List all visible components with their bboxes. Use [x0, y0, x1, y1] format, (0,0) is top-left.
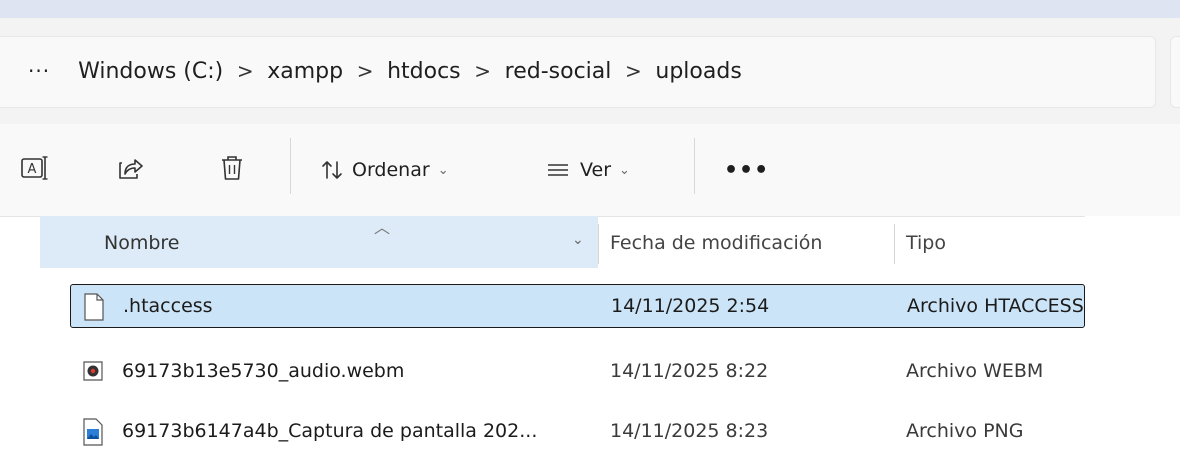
file-row-selected[interactable]: .htaccess 14/11/2025 2:54 Archivo HTACCE… — [70, 284, 1085, 328]
file-name: .htaccess — [123, 295, 213, 317]
breadcrumb-item-drive[interactable]: Windows (C:) — [78, 59, 223, 84]
view-lines-icon — [546, 160, 570, 180]
breadcrumb-item-red-social[interactable]: red-social — [505, 59, 612, 84]
file-type: Archivo PNG — [906, 420, 1024, 442]
breadcrumb: ··· Windows (C:) > xampp > htdocs > red-… — [28, 51, 742, 91]
search-box-edge[interactable] — [1170, 36, 1180, 108]
file-date: 14/11/2025 8:23 — [610, 420, 769, 442]
breadcrumb-item-xampp[interactable]: xampp — [267, 59, 343, 84]
svg-text:A: A — [28, 162, 37, 177]
breadcrumb-separator[interactable]: > — [461, 59, 505, 83]
chevron-down-icon: ⌄ — [437, 162, 449, 178]
image-file-icon — [82, 418, 104, 446]
toolbar-divider — [290, 138, 291, 194]
view-label: Ver — [580, 159, 612, 181]
sort-label: Ordenar — [352, 159, 430, 181]
details-pane-gap — [1085, 216, 1180, 466]
column-header-type[interactable]: Tipo — [906, 232, 946, 254]
file-date: 14/11/2025 2:54 — [611, 295, 770, 317]
share-icon[interactable] — [112, 148, 148, 188]
breadcrumb-item-htdocs[interactable]: htdocs — [387, 59, 461, 84]
more-options-button[interactable]: ••• — [724, 150, 769, 190]
generic-file-icon — [83, 293, 105, 321]
column-header-date[interactable]: Fecha de modificación — [610, 232, 822, 254]
breadcrumb-separator[interactable]: > — [611, 59, 655, 83]
file-row[interactable]: 69173b13e5730_audio.webm 14/11/2025 8:22… — [70, 350, 1085, 394]
media-file-icon — [82, 358, 104, 386]
file-name: 69173b13e5730_audio.webm — [122, 360, 405, 382]
file-name: 69173b6147a4b_Captura de pantalla 202... — [122, 420, 538, 442]
file-date: 14/11/2025 8:22 — [610, 360, 769, 382]
delete-icon[interactable] — [214, 148, 250, 188]
column-divider[interactable] — [598, 224, 599, 264]
file-row[interactable]: 69173b6147a4b_Captura de pantalla 202...… — [70, 410, 1085, 454]
chevron-down-icon: ⌄ — [619, 162, 630, 178]
title-bar-strip — [0, 0, 1180, 18]
column-divider[interactable] — [894, 224, 895, 264]
breadcrumb-separator[interactable]: > — [223, 59, 267, 83]
view-button[interactable]: Ver ⌄ — [546, 150, 630, 190]
column-filter-chevron-icon[interactable]: ⌄ — [572, 232, 584, 248]
column-header-name-label: Nombre — [104, 232, 180, 254]
sort-button[interactable]: Ordenar ⌄ — [320, 150, 449, 190]
sort-ascending-icon: ︿ — [374, 218, 391, 237]
column-header-row: ︿ Nombre ⌄ Fecha de modificación Tipo — [0, 216, 1180, 272]
rename-icon[interactable]: A — [16, 148, 52, 188]
sort-icon — [320, 158, 344, 182]
file-type: Archivo WEBM — [906, 360, 1044, 382]
breadcrumb-separator[interactable]: > — [343, 59, 387, 83]
breadcrumb-overflow-button[interactable]: ··· — [28, 59, 50, 83]
breadcrumb-item-uploads[interactable]: uploads — [655, 59, 741, 84]
column-header-name[interactable]: ︿ Nombre ⌄ — [40, 216, 598, 268]
file-type: Archivo HTACCESS — [907, 295, 1084, 317]
toolbar-divider — [694, 138, 695, 194]
